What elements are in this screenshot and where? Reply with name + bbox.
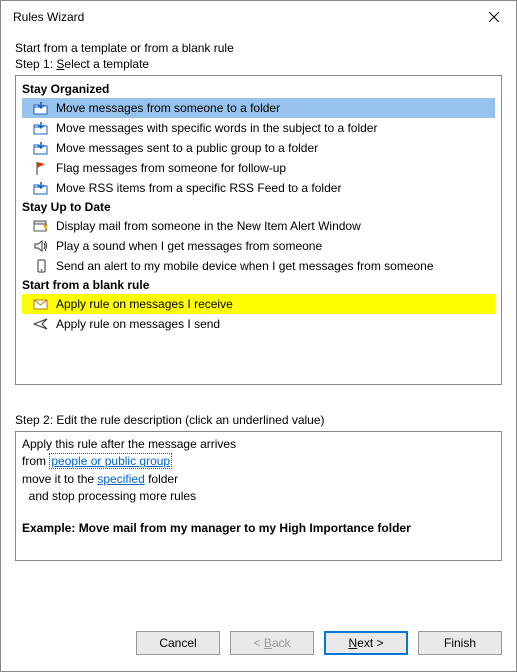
cancel-button[interactable]: Cancel (136, 631, 220, 655)
template-label: Move RSS items from a specific RSS Feed … (56, 181, 341, 195)
template-move-public-group[interactable]: Move messages sent to a public group to … (22, 138, 495, 158)
link-specified-folder[interactable]: specified (97, 472, 144, 486)
template-label: Flag messages from someone for follow-up (56, 161, 286, 175)
move-to-folder-icon (32, 180, 50, 196)
flag-icon (32, 160, 50, 176)
template-label: Move messages from someone to a folder (56, 101, 280, 115)
template-move-rss[interactable]: Move RSS items from a specific RSS Feed … (22, 178, 495, 198)
desc-line4: and stop processing more rules (22, 488, 495, 505)
dialog-content: Start from a template or from a blank ru… (1, 33, 516, 617)
finish-button[interactable]: Finish (418, 631, 502, 655)
template-apply-rule-receive[interactable]: Apply rule on messages I receive (22, 294, 495, 314)
template-label: Display mail from someone in the New Ite… (56, 219, 361, 233)
rules-wizard-dialog: Rules Wizard Start from a template or fr… (0, 0, 517, 672)
template-label: Play a sound when I get messages from so… (56, 239, 322, 253)
desc-example: Example: Move mail from my manager to my… (22, 520, 495, 537)
template-label: Move messages sent to a public group to … (56, 141, 318, 155)
step2-area: Step 2: Edit the rule description (click… (15, 413, 502, 561)
move-to-folder-icon (32, 140, 50, 156)
template-mobile-alert[interactable]: Send an alert to my mobile device when I… (22, 256, 495, 276)
template-move-from-someone[interactable]: Move messages from someone to a folder (22, 98, 495, 118)
desc-line3: move it to the specified folder (22, 471, 495, 488)
template-label: Apply rule on messages I receive (56, 297, 233, 311)
group-header-uptodate: Stay Up to Date (22, 200, 495, 214)
move-to-folder-icon (32, 100, 50, 116)
envelope-icon (32, 296, 50, 312)
desc-line2: from people or public group (22, 453, 495, 470)
close-button[interactable] (472, 1, 516, 33)
close-icon (489, 12, 499, 22)
group-header-organized: Stay Organized (22, 82, 495, 96)
move-to-folder-icon (32, 120, 50, 136)
template-list[interactable]: Stay Organized Move messages from someon… (15, 75, 502, 385)
step2-label: Step 2: Edit the rule description (click… (15, 413, 502, 427)
template-label: Move messages with specific words in the… (56, 121, 377, 135)
speaker-icon (32, 238, 50, 254)
template-label: Send an alert to my mobile device when I… (56, 259, 434, 273)
desc-line1: Apply this rule after the message arrive… (22, 436, 495, 453)
titlebar: Rules Wizard (1, 1, 516, 33)
intro-text: Start from a template or from a blank ru… (15, 41, 502, 55)
template-play-sound[interactable]: Play a sound when I get messages from so… (22, 236, 495, 256)
group-header-blank: Start from a blank rule (22, 278, 495, 292)
rule-description-box[interactable]: Apply this rule after the message arrive… (15, 431, 502, 561)
template-label: Apply rule on messages I send (56, 317, 220, 331)
template-apply-rule-send[interactable]: Apply rule on messages I send (22, 314, 495, 334)
back-button[interactable]: < Back (230, 631, 314, 655)
send-icon (32, 316, 50, 332)
button-row: Cancel < Back Next > Finish (1, 617, 516, 671)
alert-window-icon (32, 218, 50, 234)
step1-label: Step 1: Select a template (15, 57, 502, 71)
template-new-item-alert[interactable]: Display mail from someone in the New Ite… (22, 216, 495, 236)
next-button[interactable]: Next > (324, 631, 408, 655)
window-title: Rules Wizard (13, 10, 472, 24)
link-people-or-group[interactable]: people or public group (49, 453, 172, 469)
mobile-device-icon (32, 258, 50, 274)
template-move-words-subject[interactable]: Move messages with specific words in the… (22, 118, 495, 138)
template-flag-followup[interactable]: Flag messages from someone for follow-up (22, 158, 495, 178)
